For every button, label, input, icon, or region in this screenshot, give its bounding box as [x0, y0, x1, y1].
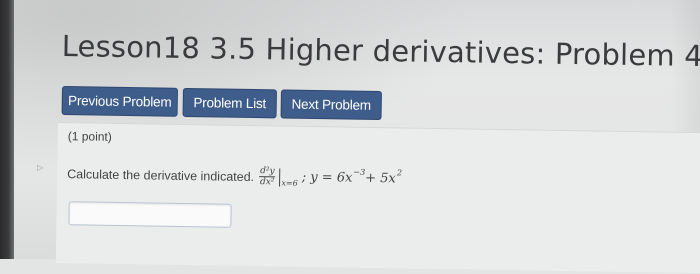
exponent-first: −3: [353, 167, 366, 177]
fraction-denominator: dx²: [259, 177, 275, 188]
answer-input[interactable]: [69, 202, 231, 227]
problem-panel: (1 point) Calculate the derivative indic…: [55, 122, 700, 274]
equation-plus-term: + 5x: [365, 170, 396, 187]
math-separator: ;: [301, 169, 307, 185]
problem-list-button[interactable]: Problem List: [182, 87, 277, 119]
monitor-bezel: [0, 0, 14, 259]
derivative-fraction: d²y dx²: [259, 166, 276, 187]
derivative-expression: d²y dx² x=6 ; y = 6x −3 + 5x 2: [259, 166, 402, 189]
fraction-numerator: d²y: [259, 166, 276, 178]
exponent-second: 2: [396, 168, 403, 178]
previous-problem-button[interactable]: Previous Problem: [61, 86, 178, 117]
evaluation-point: x=6: [281, 178, 298, 188]
next-problem-button[interactable]: Next Problem: [280, 89, 382, 121]
expand-arrow-icon: ▷: [37, 163, 44, 172]
equation-lhs: y = 6x: [310, 169, 353, 186]
answer-field[interactable]: [68, 201, 232, 228]
points-label: (1 point): [67, 129, 112, 144]
problem-statement: Calculate the derivative indicated. d²y …: [67, 163, 402, 189]
problem-prompt: Calculate the derivative indicated.: [67, 166, 255, 184]
